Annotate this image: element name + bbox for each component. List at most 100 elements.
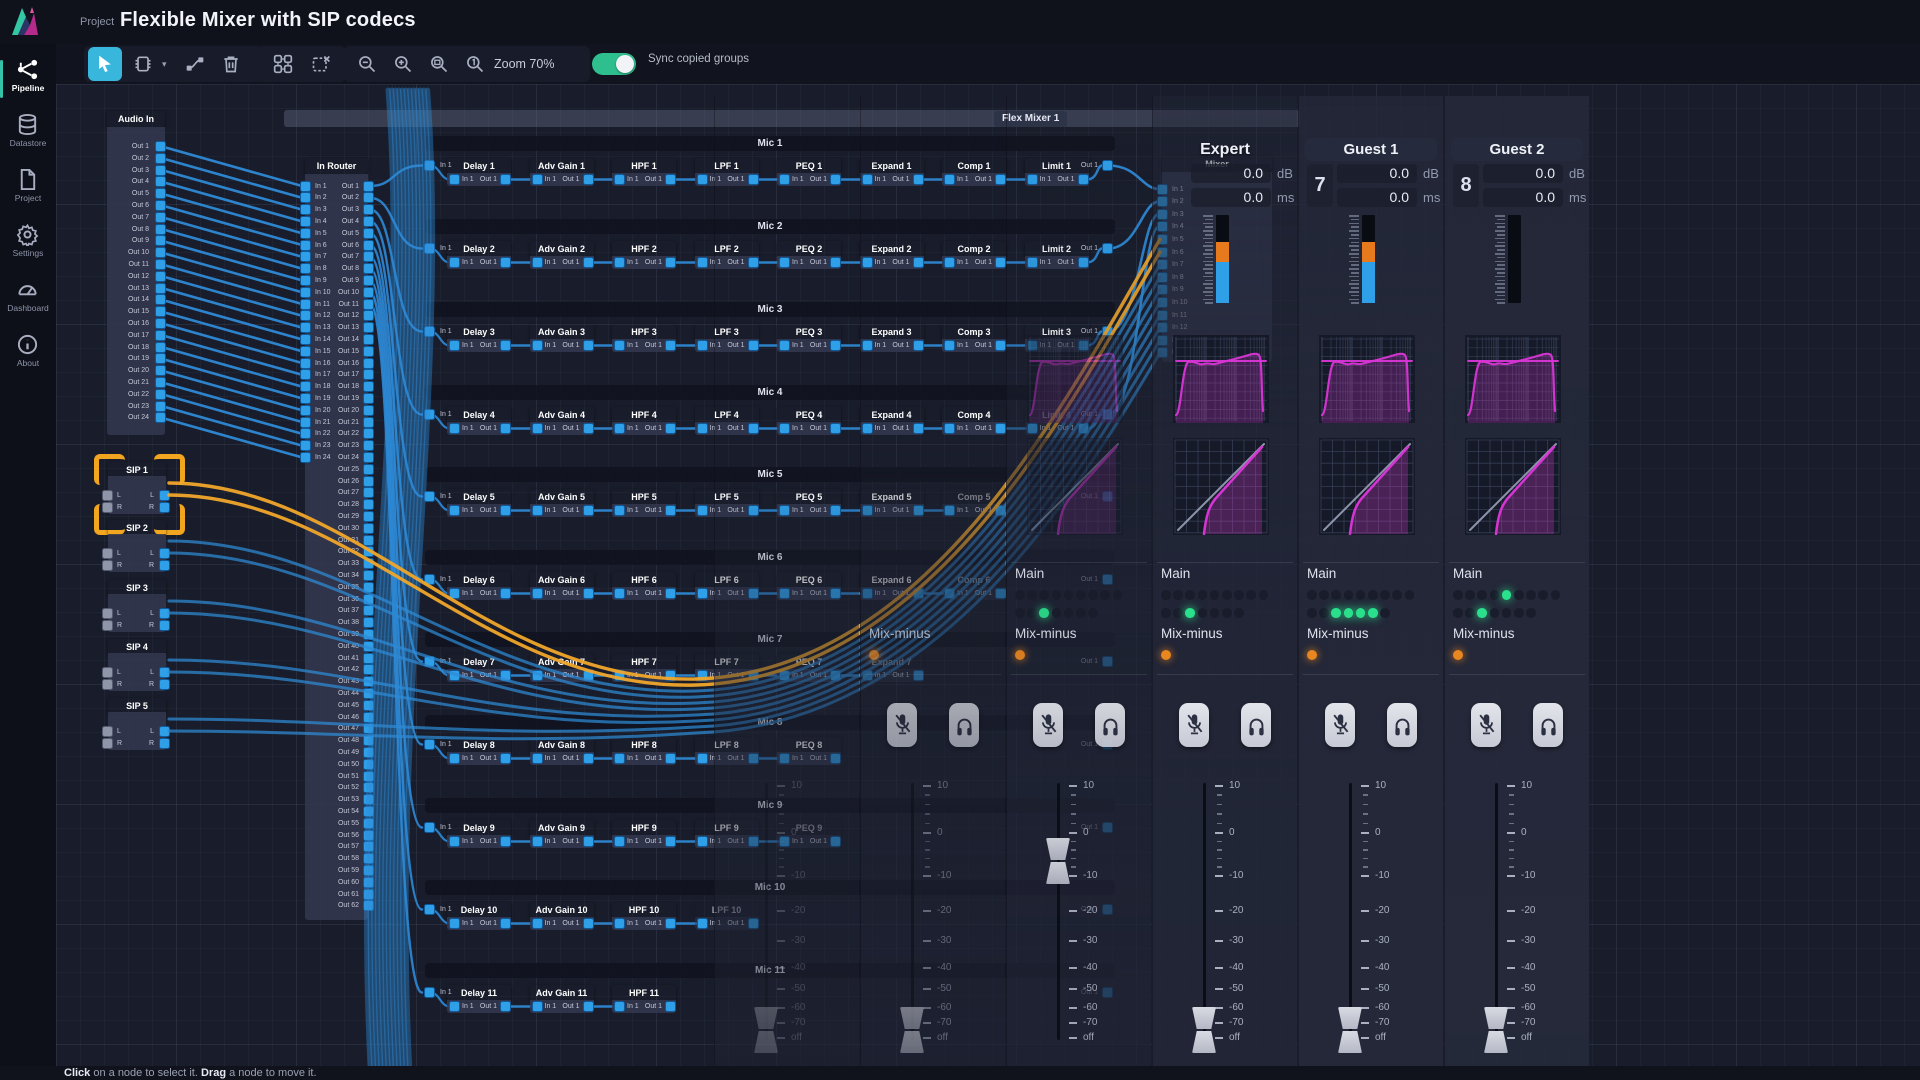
port-router-out[interactable]	[363, 487, 374, 498]
port-router-in[interactable]	[300, 228, 311, 239]
main-led[interactable]	[1331, 590, 1341, 600]
port-audio-out[interactable]	[155, 365, 166, 376]
port-audio-out[interactable]	[155, 165, 166, 176]
port-router-out[interactable]	[363, 700, 374, 711]
port-router-out[interactable]	[363, 889, 374, 900]
port-node-in[interactable]	[532, 423, 543, 434]
port-node-out[interactable]	[500, 505, 511, 516]
port-node-in[interactable]	[532, 174, 543, 185]
port-audio-out[interactable]	[155, 224, 166, 235]
node-adv-gain-2[interactable]: Adv Gain 2	[530, 241, 594, 257]
mic-mute-button[interactable]	[1179, 703, 1209, 747]
main-led[interactable]	[1027, 608, 1037, 618]
node-hpf-1[interactable]: HPF 1	[612, 158, 676, 174]
main-led[interactable]	[1210, 590, 1220, 600]
port-node-out[interactable]	[500, 423, 511, 434]
node-hpf-4[interactable]: HPF 4	[612, 407, 676, 423]
sidebar-item-dashboard[interactable]: Dashboard	[0, 274, 56, 326]
node-adv-gain-7[interactable]: Adv Gain 7	[530, 654, 594, 670]
node-delay-10[interactable]: Delay 10	[447, 902, 511, 918]
port-node-out[interactable]	[500, 670, 511, 681]
port-router-in[interactable]	[300, 299, 311, 310]
port-router-out[interactable]	[363, 723, 374, 734]
port-chain-in[interactable]	[424, 656, 435, 667]
port-router-in[interactable]	[300, 381, 311, 392]
node-hpf-3[interactable]: HPF 3	[612, 324, 676, 340]
node-delay-8[interactable]: Delay 8	[447, 737, 511, 753]
main-led[interactable]	[1526, 608, 1536, 618]
port-node-in[interactable]	[449, 918, 460, 929]
fader-track[interactable]	[1349, 783, 1352, 1040]
port-router-out[interactable]	[363, 582, 374, 593]
node-adv-gain-5[interactable]: Adv Gain 5	[530, 489, 594, 505]
port-router-out[interactable]	[363, 759, 374, 770]
node-hpf-11[interactable]: HPF 11	[612, 985, 676, 1001]
node-delay-11[interactable]: Delay 11	[447, 985, 511, 1001]
delay-value-field[interactable]: 0.0	[1483, 188, 1563, 207]
port-router-out[interactable]	[363, 204, 374, 215]
port-router-out[interactable]	[363, 877, 374, 888]
port-router-in[interactable]	[300, 275, 311, 286]
port-chain-in[interactable]	[424, 409, 435, 420]
port-router-out[interactable]	[363, 240, 374, 251]
port-router-out[interactable]	[363, 594, 374, 605]
mic-mute-button[interactable]	[1033, 703, 1063, 747]
fader-track[interactable]	[1203, 783, 1206, 1040]
port-node-in[interactable]	[614, 174, 625, 185]
port-node-out[interactable]	[500, 174, 511, 185]
port-router-out[interactable]	[363, 806, 374, 817]
main-led[interactable]	[1039, 608, 1049, 618]
port-node-out[interactable]	[583, 505, 594, 516]
main-led[interactable]	[1076, 608, 1086, 618]
port-sip-out-l[interactable]	[159, 490, 170, 501]
port-node-out[interactable]	[583, 174, 594, 185]
port-sip-in-r[interactable]	[102, 679, 113, 690]
port-node-out[interactable]	[583, 1001, 594, 1012]
fader-track[interactable]	[1057, 783, 1060, 1040]
sidebar-item-datastore[interactable]: Datastore	[0, 109, 56, 161]
delay-value-field[interactable]: 0.0	[1191, 188, 1271, 207]
sidebar-item-about[interactable]: About	[0, 329, 56, 381]
delay-value-field[interactable]: 0.0	[1337, 188, 1417, 207]
fader-handle[interactable]	[1191, 1007, 1217, 1053]
port-audio-out[interactable]	[155, 342, 166, 353]
port-sip-in-l[interactable]	[102, 726, 113, 737]
node-adv-gain-1[interactable]: Adv Gain 1	[530, 158, 594, 174]
node-delay-6[interactable]: Delay 6	[447, 572, 511, 588]
port-router-in[interactable]	[300, 287, 311, 298]
port-sip-out-l[interactable]	[159, 608, 170, 619]
main-led[interactable]	[1319, 608, 1329, 618]
port-sip-out-r[interactable]	[159, 738, 170, 749]
node-in-router[interactable]: In Router	[305, 158, 368, 174]
port-node-in[interactable]	[449, 753, 460, 764]
port-node-out[interactable]	[500, 836, 511, 847]
sidebar-item-pipeline[interactable]: Pipeline	[0, 54, 56, 106]
port-router-in[interactable]	[300, 240, 311, 251]
port-router-out[interactable]	[363, 275, 374, 286]
zoom-out-tool[interactable]	[350, 47, 384, 81]
port-sip-out-l[interactable]	[159, 667, 170, 678]
port-audio-out[interactable]	[155, 389, 166, 400]
port-sip-in-r[interactable]	[102, 560, 113, 571]
main-led[interactable]	[1514, 590, 1524, 600]
main-led[interactable]	[1538, 590, 1548, 600]
port-router-out[interactable]	[363, 830, 374, 841]
port-node-out[interactable]	[583, 257, 594, 268]
node-delay-5[interactable]: Delay 5	[447, 489, 511, 505]
port-sip-out-r[interactable]	[159, 560, 170, 571]
port-node-out[interactable]	[500, 918, 511, 929]
main-led[interactable]	[1222, 608, 1232, 618]
port-node-in[interactable]	[614, 340, 625, 351]
port-audio-out[interactable]	[155, 353, 166, 364]
port-router-in[interactable]	[300, 204, 311, 215]
port-chain-in[interactable]	[424, 326, 435, 337]
fader-handle[interactable]	[1045, 838, 1071, 884]
port-audio-out[interactable]	[155, 259, 166, 270]
node-adv-gain-8[interactable]: Adv Gain 8	[530, 737, 594, 753]
node-delay-7[interactable]: Delay 7	[447, 654, 511, 670]
main-led[interactable]	[1222, 590, 1232, 600]
port-node-in[interactable]	[449, 423, 460, 434]
node-delay-4[interactable]: Delay 4	[447, 407, 511, 423]
port-node-in[interactable]	[532, 257, 543, 268]
port-audio-out[interactable]	[155, 283, 166, 294]
